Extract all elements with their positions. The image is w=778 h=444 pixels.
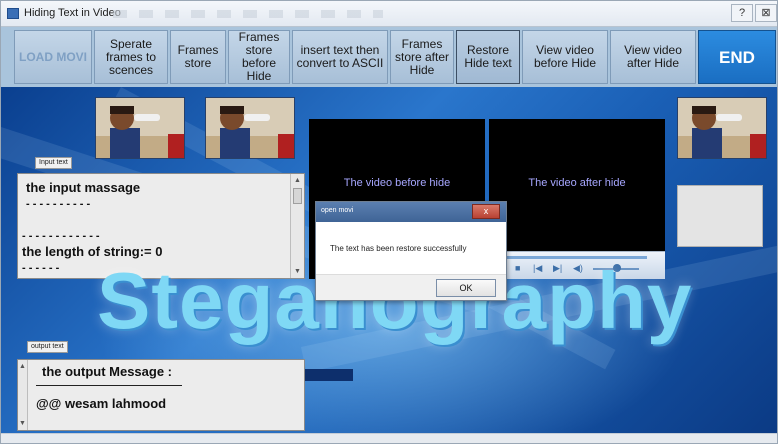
insert-text-button[interactable]: insert text then convert to ASCII [292,30,388,84]
output-message: @@ wesam lahmood [36,396,167,411]
scroll-up-icon[interactable]: ▲ [294,177,301,184]
close-button[interactable]: ⊠ [755,4,777,22]
ok-button[interactable]: OK [436,279,496,297]
decorative-strip [301,369,353,381]
frames-store-button[interactable]: Frames store [170,30,226,84]
input-heading: the input massage [26,180,141,195]
status-bar [1,433,777,443]
output-scrollbar[interactable]: ▲ ▼ [18,360,28,430]
app-icon [7,8,19,19]
view-video-before-button[interactable]: View video before Hide [522,30,608,84]
output-heading: the output Message : [42,364,173,379]
title-bar-faded-toolbar [113,10,383,18]
input-dashes-2: - - - - - - - - - - - - [22,230,100,242]
scroll-down-icon[interactable]: ▼ [19,420,26,427]
toolbar: LOAD MOVI Sperate frames to scences Fram… [1,27,777,87]
dialog-close-button[interactable]: x [472,204,500,219]
scroll-thumb[interactable] [293,188,302,204]
load-movie-button[interactable]: LOAD MOVI [14,30,92,84]
window-title: Hiding Text in Video [24,7,121,19]
input-text-label: Input text [35,157,72,169]
dialog-footer: OK [316,274,506,300]
frame-thumbnail-1 [95,97,185,159]
frame-thumbnail-2 [205,97,295,159]
frame-thumbnail-3 [677,97,767,159]
title-bar: Hiding Text in Video ? ⊠ [1,1,777,27]
end-button[interactable]: END [698,30,776,84]
view-video-after-button[interactable]: View video after Hide [610,30,696,84]
dialog-title: open movi [321,207,354,214]
frames-before-hide-button[interactable]: Frames store before Hide [228,30,290,84]
input-dashes-3: - - - - - - [22,262,60,274]
restore-hide-text-button[interactable]: Restore Hide text [456,30,520,84]
help-button[interactable]: ? [731,4,753,22]
output-divider [36,385,182,386]
video-after-caption: The video after hide [528,177,626,189]
scroll-up-icon[interactable]: ▲ [19,363,26,370]
separate-frames-button[interactable]: Sperate frames to scences [94,30,168,84]
frames-after-hide-button[interactable]: Frames store after Hide [390,30,454,84]
input-dashes-1: - - - - - - - - - - [26,198,91,210]
output-text-label: output text [27,341,68,353]
preview-box [677,185,763,247]
output-text-box[interactable]: the output Message : @@ wesam lahmood ▲ … [17,359,305,431]
dialog-message: The text has been restore successfully [330,244,467,253]
app-window: Hiding Text in Video ? ⊠ LOAD MOVI Spera… [0,0,778,444]
video-before-caption: The video before hide [343,177,451,189]
message-dialog: open movi x The text has been restore su… [315,201,507,301]
dialog-title-bar: open movi x [316,202,506,222]
